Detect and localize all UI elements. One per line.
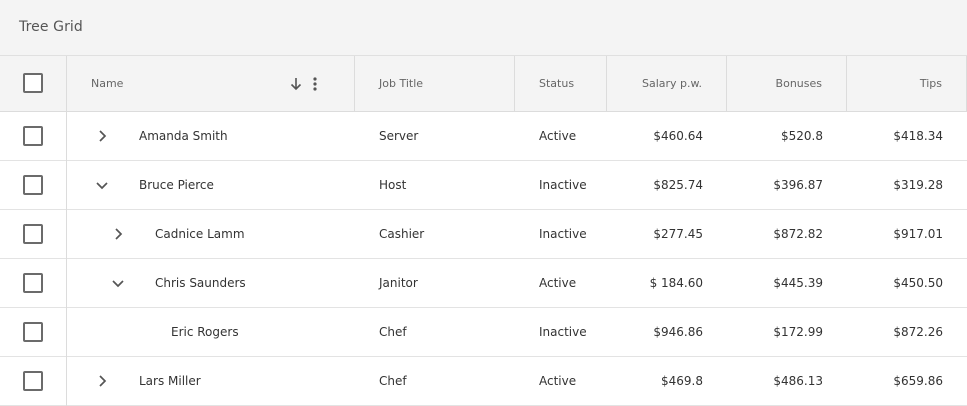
cell-tips: $872.26	[893, 325, 943, 339]
cell-salary: $277.45	[653, 227, 703, 241]
cell-salary: $460.64	[653, 129, 703, 143]
cell-tips: $917.01	[893, 227, 943, 241]
row-checkbox[interactable]	[23, 371, 43, 391]
cell-salary: $946.86	[653, 325, 703, 339]
row-checkbox[interactable]	[23, 322, 43, 342]
cell-job-title: Chef	[379, 374, 407, 388]
cell-tips: $418.34	[893, 129, 943, 143]
select-all-cell	[0, 56, 67, 111]
cell-job-title: Server	[379, 129, 419, 143]
cell-status: Active	[539, 129, 577, 143]
column-header-salary[interactable]: Salary p.w.	[607, 56, 727, 111]
cell-status: Inactive	[539, 325, 587, 339]
cell-name: Eric Rogers	[171, 325, 239, 339]
select-all-checkbox[interactable]	[23, 73, 43, 93]
cell-tips: $319.28	[893, 178, 943, 192]
chevron-right-icon[interactable]	[93, 127, 111, 145]
cell-name: Lars Miller	[139, 374, 201, 388]
cell-bonuses: $172.99	[773, 325, 823, 339]
selector-column-divider	[66, 56, 67, 406]
column-label-job-title: Job Title	[379, 77, 424, 90]
cell-job-title: Cashier	[379, 227, 425, 241]
header-row: Name Job Title Status Salary p.w. Bonuse…	[0, 56, 967, 112]
cell-name: Amanda Smith	[139, 129, 228, 143]
column-label-bonuses: Bonuses	[775, 77, 822, 90]
cell-tips: $659.86	[893, 374, 943, 388]
cell-name: Bruce Pierce	[139, 178, 214, 192]
column-header-tips[interactable]: Tips	[847, 56, 967, 111]
cell-bonuses: $872.82	[773, 227, 823, 241]
column-header-bonuses[interactable]: Bonuses	[727, 56, 847, 111]
cell-job-title: Host	[379, 178, 407, 192]
column-header-job-title[interactable]: Job Title	[355, 56, 515, 111]
chevron-down-icon[interactable]	[109, 274, 127, 292]
cell-salary: $825.74	[653, 178, 703, 192]
cell-name: Cadnice Lamm	[155, 227, 245, 241]
tree-grid: Tree Grid Name Job Title Status Salary p…	[0, 0, 967, 406]
more-vertical-icon[interactable]	[313, 75, 317, 93]
column-header-name[interactable]: Name	[67, 56, 355, 111]
cell-status: Active	[539, 374, 577, 388]
chevron-down-icon[interactable]	[93, 176, 111, 194]
grid-title: Tree Grid	[19, 19, 83, 35]
row-checkbox[interactable]	[23, 175, 43, 195]
cell-status: Active	[539, 276, 577, 290]
row-checkbox[interactable]	[23, 273, 43, 293]
table-row[interactable]: Cadnice Lamm Cashier Inactive $277.45 $872.8…	[0, 210, 967, 259]
cell-bonuses: $445.39	[773, 276, 823, 290]
cell-salary: $ 184.60	[649, 276, 703, 290]
column-label-name: Name	[91, 77, 124, 90]
cell-salary: $469.8	[661, 374, 703, 388]
cell-name: Chris Saunders	[155, 276, 246, 290]
chevron-right-icon[interactable]	[93, 372, 111, 390]
cell-bonuses: $486.13	[773, 374, 823, 388]
column-label-salary: Salary p.w.	[641, 77, 702, 90]
column-label-status: Status	[539, 77, 575, 90]
cell-job-title: Chef	[379, 325, 407, 339]
cell-bonuses: $396.87	[773, 178, 823, 192]
table-row[interactable]: Amanda Smith Server Active $460.64 $520.8 $41…	[0, 112, 967, 161]
table-row[interactable]: Bruce Pierce Host Inactive $825.74 $396.87 $3…	[0, 161, 967, 210]
column-label-tips: Tips	[919, 77, 942, 90]
cell-status: Inactive	[539, 227, 587, 241]
cell-status: Inactive	[539, 178, 587, 192]
table-row[interactable]: Chris Saunders Janitor Active $ 184.60 $445.…	[0, 259, 967, 308]
cell-job-title: Janitor	[379, 276, 418, 290]
column-header-status[interactable]: Status	[515, 56, 607, 111]
row-checkbox[interactable]	[23, 126, 43, 146]
chevron-right-icon[interactable]	[109, 225, 127, 243]
cell-tips: $450.50	[893, 276, 943, 290]
cell-bonuses: $520.8	[781, 129, 823, 143]
table-row[interactable]: Eric Rogers Chef Inactive $946.86 $172.99 $87…	[0, 308, 967, 357]
grid-toolbar: Tree Grid	[0, 0, 967, 56]
row-checkbox[interactable]	[23, 224, 43, 244]
sort-descending-icon[interactable]	[288, 75, 304, 93]
table-row[interactable]: Lars Miller Chef Active $469.8 $486.13 $659.8…	[0, 357, 967, 406]
